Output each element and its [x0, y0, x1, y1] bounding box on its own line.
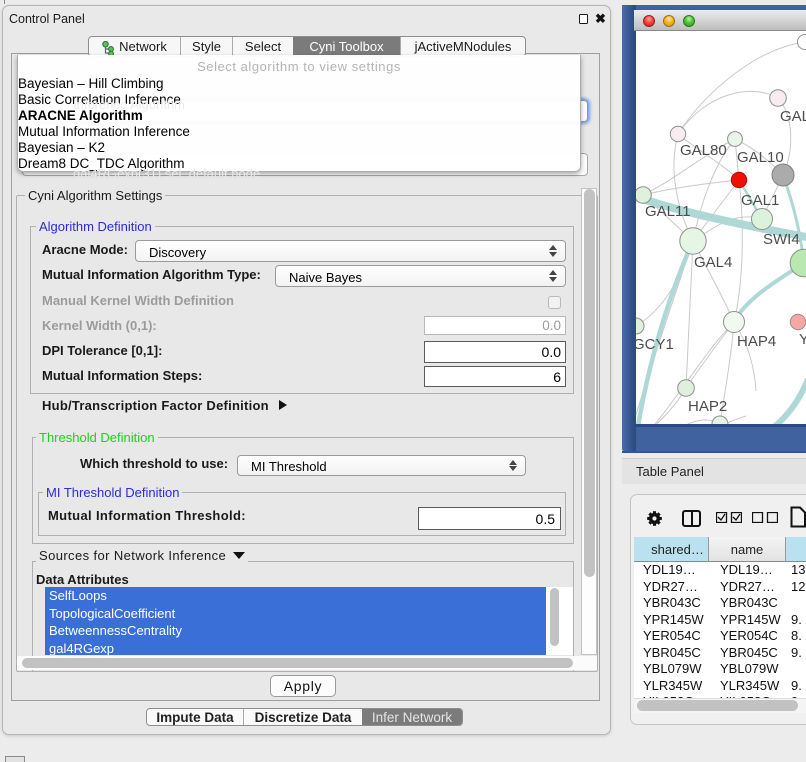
- svg-text:GCY1: GCY1: [636, 336, 674, 353]
- svg-text:Y: Y: [799, 331, 806, 348]
- svg-text:GAL10: GAL10: [737, 149, 784, 166]
- svg-text:GAL: GAL: [780, 108, 806, 125]
- svg-text:GAL80: GAL80: [680, 142, 727, 159]
- svg-text:HAP2: HAP2: [688, 398, 727, 415]
- svg-text:GAL4: GAL4: [694, 254, 732, 271]
- svg-text:GAL1: GAL1: [741, 192, 779, 209]
- svg-text:GAL11: GAL11: [645, 203, 691, 220]
- svg-text:HAP4: HAP4: [737, 333, 776, 350]
- svg-text:SWI4: SWI4: [763, 231, 800, 248]
